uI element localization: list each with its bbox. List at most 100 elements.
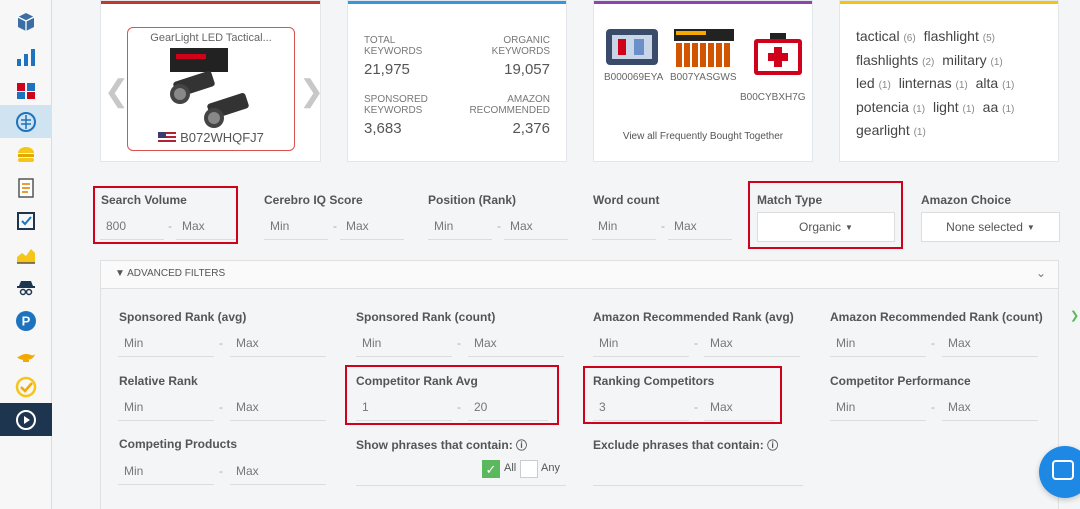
competitor-performance-min-input[interactable]: Min bbox=[830, 393, 926, 421]
cerebro-iq-min-input[interactable]: Min bbox=[264, 212, 328, 240]
range-dash: - bbox=[219, 464, 223, 478]
amazon-recommended-value: 2,376 bbox=[512, 120, 550, 137]
chevron-down-icon[interactable]: ⌄ bbox=[1036, 266, 1046, 280]
word-count-max-input[interactable]: Max bbox=[668, 212, 732, 240]
side-tab-icon[interactable]: ❯ bbox=[1070, 309, 1079, 322]
sidebar-item-magnet[interactable] bbox=[0, 40, 52, 73]
range-dash: - bbox=[219, 400, 223, 414]
word-cloud-item[interactable]: flashlights (2) bbox=[856, 52, 934, 68]
first-aid-case-image[interactable] bbox=[750, 31, 806, 79]
show-phrases-input[interactable] bbox=[356, 458, 566, 486]
product-title: GearLight LED Tactical... bbox=[150, 32, 272, 44]
check-circle-icon bbox=[15, 376, 37, 397]
competitor-performance-label: Competitor Performance bbox=[830, 374, 971, 388]
fbt-asin-3[interactable]: B00CYBXH7G bbox=[740, 92, 806, 103]
first-aid-kit-image[interactable] bbox=[604, 25, 660, 69]
amazon-rec-rank-avg-label: Amazon Recommended Rank (avg) bbox=[593, 310, 794, 324]
sponsored-rank-count-max-input[interactable]: Max bbox=[468, 329, 564, 357]
amazon-rec-rank-count-label: Amazon Recommended Rank (count) bbox=[830, 310, 1043, 324]
word-cloud-item[interactable]: alta (1) bbox=[976, 75, 1015, 91]
word-cloud-item[interactable]: gearlight (1) bbox=[856, 122, 926, 138]
sidebar-item-alerts[interactable] bbox=[0, 271, 52, 304]
range-dash: - bbox=[219, 336, 223, 350]
organic-keywords-label: ORGANIC KEYWORDS bbox=[491, 35, 550, 57]
sidebar-item-black-box[interactable] bbox=[0, 5, 52, 38]
sidebar-item-index-checker[interactable] bbox=[0, 171, 52, 204]
word-cloud-item[interactable]: potencia (1) bbox=[856, 99, 925, 115]
arrow-left-icon[interactable]: ❮ bbox=[104, 77, 129, 107]
exclude-phrases-label: Exclude phrases that contain: ⓘ bbox=[593, 438, 779, 452]
card-accent bbox=[840, 1, 1058, 4]
competing-products-max-input[interactable]: Max bbox=[230, 457, 326, 485]
position-min-input[interactable]: Min bbox=[428, 212, 492, 240]
arrow-right-icon[interactable]: ❯ bbox=[299, 77, 324, 107]
word-cloud-item[interactable]: tactical (6) bbox=[856, 28, 916, 44]
sidebar-item-misspellinator[interactable] bbox=[0, 337, 52, 370]
sidebar-item-tutorials[interactable] bbox=[0, 403, 52, 436]
brain-icon bbox=[16, 111, 36, 132]
amazon-recommended-label: AMAZON RECOMMENDED bbox=[469, 94, 550, 116]
range-dash: - bbox=[931, 400, 935, 414]
relative-rank-max-input[interactable]: Max bbox=[230, 393, 326, 421]
sponsored-rank-avg-label: Sponsored Rank (avg) bbox=[119, 310, 247, 324]
word-cloud-item[interactable]: light (1) bbox=[933, 99, 975, 115]
batteries-image[interactable] bbox=[672, 25, 736, 69]
sidebar-item-scribbles[interactable] bbox=[0, 138, 52, 171]
exclude-phrases-input[interactable] bbox=[593, 458, 803, 486]
word-cloud-item[interactable]: military (1) bbox=[942, 52, 1002, 68]
fbt-asin-2[interactable]: B007YASGWS bbox=[670, 72, 737, 83]
word-cloud-item[interactable]: flashlight (5) bbox=[924, 28, 995, 44]
sidebar-item-listing-analyzer[interactable] bbox=[0, 370, 52, 403]
document-icon bbox=[18, 177, 34, 198]
amazon-rec-rank-avg-min-input[interactable]: Min bbox=[593, 329, 689, 357]
total-keywords-value: 21,975 bbox=[364, 61, 410, 78]
sidebar-item-frankenstein[interactable] bbox=[0, 105, 52, 138]
sponsored-rank-avg-min-input[interactable]: Min bbox=[118, 329, 214, 357]
highlight-box bbox=[345, 365, 559, 425]
parking-icon: P bbox=[16, 310, 36, 331]
genie-lamp-icon bbox=[17, 353, 35, 362]
filter-icon: ▼ bbox=[115, 268, 125, 279]
position-max-input[interactable]: Max bbox=[504, 212, 568, 240]
caret-down-icon: ▼ bbox=[1026, 222, 1035, 232]
amazon-rec-rank-count-min-input[interactable]: Min bbox=[830, 329, 926, 357]
amazon-choice-select[interactable]: None selected ▼ bbox=[921, 212, 1060, 242]
amazon-rec-rank-avg-max-input[interactable]: Max bbox=[704, 329, 800, 357]
card-accent bbox=[348, 1, 566, 4]
range-dash: - bbox=[661, 219, 665, 233]
sidebar-item-adtomic[interactable]: P bbox=[0, 304, 52, 337]
help-icon[interactable]: ⓘ bbox=[516, 440, 527, 452]
word-count-label: Word count bbox=[593, 193, 660, 207]
sidebar-item-profits[interactable] bbox=[0, 238, 52, 271]
cerebro-iq-max-input[interactable]: Max bbox=[340, 212, 404, 240]
organic-keywords-value: 19,057 bbox=[504, 61, 550, 78]
sidebar-item-keyword-tracker[interactable] bbox=[0, 204, 52, 237]
word-count-min-input[interactable]: Min bbox=[592, 212, 656, 240]
sidebar-item-cerebro[interactable] bbox=[0, 73, 52, 106]
frequently-bought-card: B000069EYA B007YASGWS B00CYBXH7G View al… bbox=[593, 0, 813, 162]
help-icon[interactable]: ⓘ bbox=[767, 440, 778, 452]
card-accent bbox=[101, 1, 320, 4]
advanced-filters-header[interactable]: ▼ ADVANCED FILTERS ⌄ bbox=[101, 261, 1058, 289]
sponsored-rank-count-min-input[interactable]: Min bbox=[356, 329, 452, 357]
word-cloud-item[interactable]: aa (1) bbox=[983, 99, 1015, 115]
competing-products-min-input[interactable]: Min bbox=[118, 457, 214, 485]
competitor-performance-max-input[interactable]: Max bbox=[942, 393, 1038, 421]
product-asin: B072WHQFJ7 bbox=[180, 130, 264, 145]
sponsored-keywords-value: 3,683 bbox=[364, 120, 402, 137]
svg-text:P: P bbox=[22, 313, 31, 328]
word-cloud-item[interactable]: led (1) bbox=[856, 75, 891, 91]
burger-icon bbox=[18, 146, 34, 162]
sponsored-keywords-label: SPONSORED KEYWORDS bbox=[364, 94, 428, 116]
puzzle-icon bbox=[17, 82, 35, 99]
play-icon bbox=[16, 409, 36, 430]
relative-rank-min-input[interactable]: Min bbox=[118, 393, 214, 421]
amazon-rec-rank-count-max-input[interactable]: Max bbox=[942, 329, 1038, 357]
sponsored-rank-avg-max-input[interactable]: Max bbox=[230, 329, 326, 357]
fbt-asin-1[interactable]: B000069EYA bbox=[604, 72, 663, 83]
relative-rank-label: Relative Rank bbox=[119, 374, 198, 388]
word-cloud-item[interactable]: linternas (1) bbox=[899, 75, 968, 91]
sponsored-rank-count-label: Sponsored Rank (count) bbox=[356, 310, 496, 324]
view-all-fbt-link[interactable]: View all Frequently Bought Together bbox=[594, 131, 812, 142]
product-tile[interactable]: GearLight LED Tactical... B072WHQFJ7 bbox=[127, 27, 295, 151]
